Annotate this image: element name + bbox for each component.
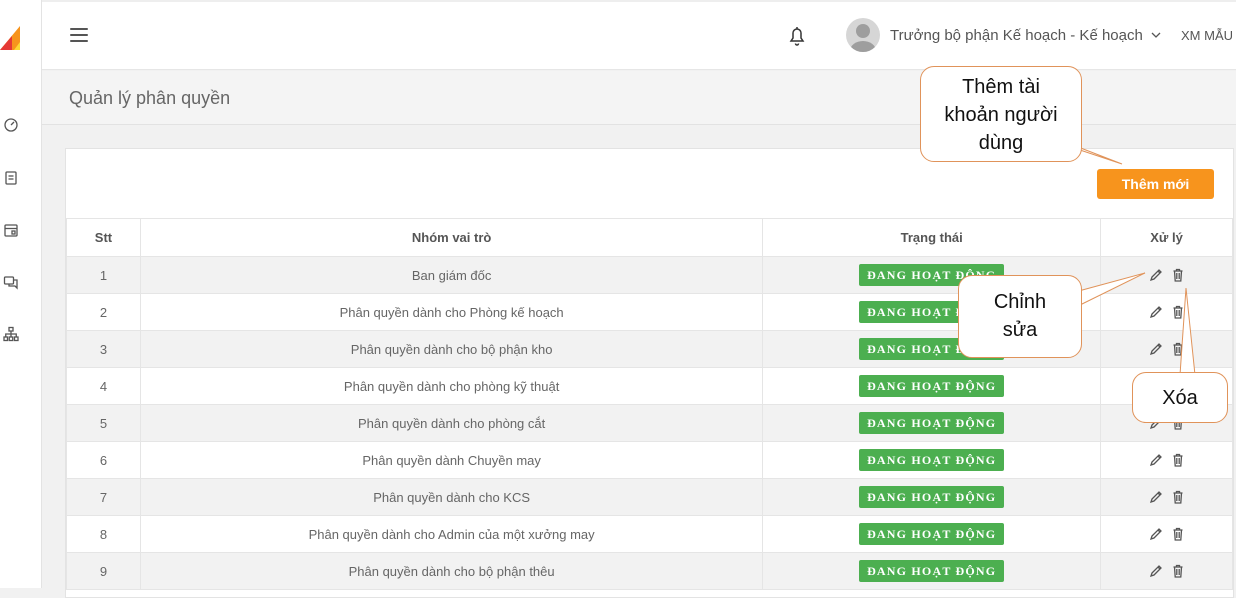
calendar-icon[interactable] xyxy=(3,222,19,238)
user-name[interactable]: Trưởng bộ phận Kế hoạch - Kế hoạch xyxy=(890,27,1143,44)
table-row: 8 Phân quyền dành cho Admin của một xưởng… xyxy=(66,515,1233,553)
row-stt: 2 xyxy=(66,293,141,331)
row-status-cell: ĐANG HOẠT ĐỘNG xyxy=(762,367,1102,405)
row-stt: 8 xyxy=(66,515,141,553)
status-badge: ĐANG HOẠT ĐỘNG xyxy=(859,449,1005,471)
trash-icon[interactable] xyxy=(1170,304,1186,320)
sidebar xyxy=(0,0,42,588)
row-role-name: Phân quyền dành cho bộ phận kho xyxy=(139,330,764,368)
row-actions xyxy=(1100,515,1233,553)
content-panel: Thêm mới Stt Nhóm vai trò Trạng thái Xử … xyxy=(65,148,1234,598)
bell-icon[interactable] xyxy=(787,24,807,48)
trash-icon[interactable] xyxy=(1170,526,1186,542)
row-actions xyxy=(1100,552,1233,590)
callout-add-line: khoản người xyxy=(944,104,1058,126)
add-new-button[interactable]: Thêm mới xyxy=(1097,169,1214,199)
row-actions xyxy=(1100,256,1233,294)
table-row: 4 Phân quyền dành cho phòng kỹ thuật ĐANG … xyxy=(66,367,1233,405)
status-badge: ĐANG HOẠT ĐỘNG xyxy=(859,375,1005,397)
status-badge: ĐANG HOẠT ĐỘNG xyxy=(859,412,1005,434)
table-row: 5 Phân quyền dành cho phòng cắt ĐANG HOẠT … xyxy=(66,404,1233,442)
table-row: 9 Phân quyền dành cho bộ phận thêu ĐANG HO… xyxy=(66,552,1233,590)
callout-add-line: Thêm tài xyxy=(962,76,1040,98)
chevron-down-icon[interactable] xyxy=(1150,30,1162,40)
callout-edit-line: Chỉnh xyxy=(993,291,1047,313)
row-role-name: Ban giám đốc xyxy=(139,256,764,294)
row-status-cell: ĐANG HOẠT ĐỘNG xyxy=(762,404,1102,442)
status-badge: ĐANG HOẠT ĐỘNG xyxy=(859,486,1005,508)
status-badge: ĐANG HOẠT ĐỘNG xyxy=(859,560,1005,582)
row-stt: 3 xyxy=(66,330,141,368)
row-stt: 4 xyxy=(66,367,141,405)
row-status-cell: ĐANG HOẠT ĐỘNG xyxy=(762,441,1102,479)
row-actions xyxy=(1100,478,1233,516)
column-header-role: Nhóm vai trò xyxy=(139,218,764,257)
pencil-icon[interactable] xyxy=(1148,304,1164,320)
row-role-name: Phân quyền dành cho KCS xyxy=(139,478,764,516)
row-role-name: Phân quyền dành cho bộ phận thêu xyxy=(139,552,764,590)
table-row: 6 Phân quyền dành Chuyền may ĐANG HOẠT ĐỘN… xyxy=(66,441,1233,479)
row-role-name: Phân quyền dành cho Phòng kế hoạch xyxy=(139,293,764,331)
row-actions xyxy=(1100,293,1233,331)
status-badge: ĐANG HOẠT ĐỘNG xyxy=(859,523,1005,545)
pencil-icon[interactable] xyxy=(1148,563,1164,579)
callout-edit: Chỉnh sửa xyxy=(958,275,1082,358)
row-status-cell: ĐANG HOẠT ĐỘNG xyxy=(762,515,1102,553)
row-role-name: Phân quyền dành Chuyền may xyxy=(139,441,764,479)
trash-icon[interactable] xyxy=(1170,452,1186,468)
pencil-icon[interactable] xyxy=(1148,489,1164,505)
row-stt: 7 xyxy=(66,478,141,516)
callout-delete: Xóa xyxy=(1132,372,1228,423)
pencil-icon[interactable] xyxy=(1148,452,1164,468)
column-header-status: Trạng thái xyxy=(762,218,1102,257)
callout-add-account: Thêm tài khoản người dùng xyxy=(920,66,1082,162)
avatar-icon xyxy=(850,24,876,52)
menu-icon[interactable] xyxy=(70,28,88,42)
dashboard-icon[interactable] xyxy=(3,117,19,133)
row-stt: 9 xyxy=(66,552,141,590)
pencil-icon[interactable] xyxy=(1148,267,1164,283)
row-role-name: Phân quyền dành cho phòng cắt xyxy=(139,404,764,442)
row-role-name: Phân quyền dành cho phòng kỹ thuật xyxy=(139,367,764,405)
trash-icon[interactable] xyxy=(1170,267,1186,283)
trash-icon[interactable] xyxy=(1170,489,1186,505)
row-stt: 5 xyxy=(66,404,141,442)
trash-icon[interactable] xyxy=(1170,563,1186,579)
avatar[interactable] xyxy=(846,18,880,52)
role-table: Stt Nhóm vai trò Trạng thái Xử lý 1 Ban g… xyxy=(66,218,1233,590)
table-header-row: Stt Nhóm vai trò Trạng thái Xử lý xyxy=(66,218,1233,257)
row-role-name: Phân quyền dành cho Admin của một xưởng … xyxy=(139,515,764,553)
page-title: Quản lý phân quyền xyxy=(69,88,231,108)
row-stt: 6 xyxy=(66,441,141,479)
callout-edit-line: sửa xyxy=(1002,319,1038,341)
row-status-cell: ĐANG HOẠT ĐỘNG xyxy=(762,478,1102,516)
pencil-icon[interactable] xyxy=(1148,526,1164,542)
column-header-stt: Stt xyxy=(66,218,141,257)
column-header-actions: Xử lý xyxy=(1100,218,1233,257)
trash-icon[interactable] xyxy=(1170,341,1186,357)
table-row: 7 Phân quyền dành cho KCS ĐANG HOẠT ĐỘNG xyxy=(66,478,1233,516)
sitemap-icon[interactable] xyxy=(3,326,19,342)
row-actions xyxy=(1100,330,1233,368)
document-icon[interactable] xyxy=(3,170,19,186)
row-status-cell: ĐANG HOẠT ĐỘNG xyxy=(762,552,1102,590)
top-bar: Trưởng bộ phận Kế hoạch - Kế hoạch XM MẪ… xyxy=(42,0,1236,70)
app-logo[interactable] xyxy=(0,26,20,50)
chat-icon[interactable] xyxy=(3,274,19,290)
callout-add-line: dùng xyxy=(978,132,1024,154)
row-stt: 1 xyxy=(66,256,141,294)
callout-delete-text: Xóa xyxy=(1162,387,1198,409)
unit-label[interactable]: XM MẪU xyxy=(1181,28,1233,43)
pencil-icon[interactable] xyxy=(1148,341,1164,357)
row-actions xyxy=(1100,441,1233,479)
